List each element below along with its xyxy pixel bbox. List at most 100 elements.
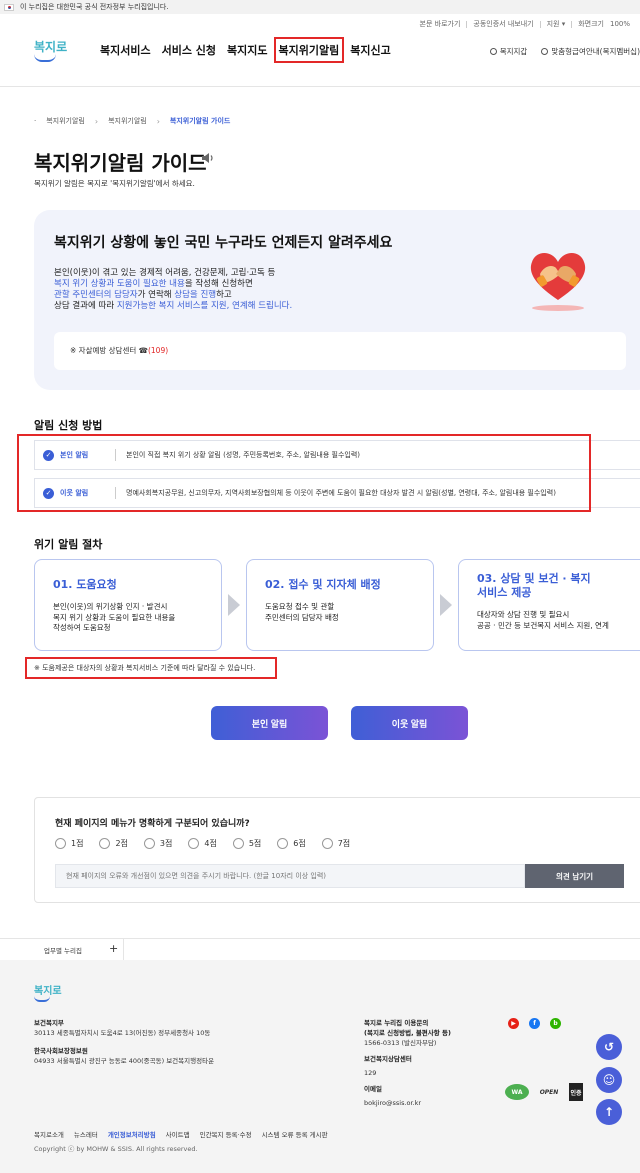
facebook-icon[interactable]: f xyxy=(529,1018,540,1029)
consult-title: 보건복지상담센터 xyxy=(364,1055,412,1063)
recent-history-icon[interactable]: ↺ xyxy=(596,1034,622,1060)
radio-icon xyxy=(55,838,66,849)
radio-icon xyxy=(321,838,333,849)
step-1-body: 본인(이웃)의 위기상황 인지 · 발견시 복지 위기 상황과 도움이 필요한 … xyxy=(53,602,175,634)
divider xyxy=(571,20,573,28)
youtube-icon[interactable]: ▶ xyxy=(508,1018,519,1029)
apply-highlight-box xyxy=(17,434,591,512)
footer-link-registration[interactable]: 인간복지 등록·수정 xyxy=(200,1129,252,1139)
footer-link-privacy[interactable]: 개인정보처리방침 xyxy=(108,1129,156,1139)
footer-link-about[interactable]: 복지로소개 xyxy=(34,1129,64,1139)
hero-line-3-text: 가 연락해 xyxy=(137,290,175,300)
wallet-icon xyxy=(489,48,497,55)
related-sites-label: 업무별 누리집 xyxy=(44,947,82,955)
main-menu: 복지서비스 서비스 신청 복지지도 복지위기알림 복지신고 xyxy=(100,37,391,63)
main-header: 복지로 복지서비스 서비스 신청 복지지도 복지위기알림 복지신고 복지지갑 맞… xyxy=(0,34,640,70)
apply-method-heading: 알림 신청 방법 xyxy=(34,419,103,432)
plus-icon[interactable]: + xyxy=(109,942,118,955)
menu-welfare-services[interactable]: 복지서비스 xyxy=(100,42,151,58)
suicide-prevention-notice: ※ 자살예방 상담센터 ☎(109) xyxy=(54,332,626,370)
page-title: 복지위기알림 가이드 xyxy=(34,151,207,175)
web-accessibility-badge-icon[interactable]: WA xyxy=(505,1084,529,1100)
footer-link-sitemap[interactable]: 사이트맵 xyxy=(166,1129,190,1139)
process-heading: 위기 알림 절차 xyxy=(34,538,103,551)
submit-feedback-button[interactable]: 의견 남기기 xyxy=(525,864,624,888)
neighbor-alert-button[interactable]: 이웃 알림 xyxy=(351,706,468,740)
welfare-wallet-label: 복지지갑 xyxy=(499,47,528,56)
chevron-right-icon: › xyxy=(94,116,99,126)
satisfaction-survey: 현재 페이지의 메뉴가 명확하게 구분되어 있습니까? 1점 2점 3점 4점 … xyxy=(34,797,640,903)
divider xyxy=(466,20,468,28)
process-step-3: 03. 상담 및 보건 · 복지 서비스 제공 대상자와 상담 진행 및 필요시… xyxy=(458,559,640,651)
step-2-line: 주민센터의 담당자 배정 xyxy=(265,612,339,622)
self-alert-button[interactable]: 본인 알림 xyxy=(211,706,328,740)
hero-line-3-highlight-1: 관할 주민센터의 담당자 xyxy=(54,290,138,300)
speaker-icon[interactable] xyxy=(201,152,215,164)
logo-smile-icon xyxy=(34,54,56,62)
page-subtitle: 복지위기 알림은 복지로 '복지위기알림'에서 하세요. xyxy=(34,179,195,188)
breadcrumb: · 복지위기알림 › 복지위기알림 › 복지위기알림 가이드 xyxy=(34,116,230,126)
inquiry-phone: 1566-0313 (발신자부담) xyxy=(364,1039,437,1047)
hero-line-3: 관할 주민센터의 담당자가 연락해 상담을 진행하고 xyxy=(54,290,292,301)
welfare-wallet-link[interactable]: 복지지갑 xyxy=(489,46,528,57)
breadcrumb-item-2[interactable]: 복지위기알림 xyxy=(108,116,147,126)
rating-option-4[interactable]: 4점 xyxy=(188,838,217,849)
breadcrumb-item-1[interactable]: 복지위기알림 xyxy=(46,116,85,126)
chatbot-icon[interactable]: ☺ xyxy=(596,1067,622,1093)
survey-question: 현재 페이지의 메뉴가 명확하게 구분되어 있습니까? xyxy=(55,819,250,829)
divider xyxy=(539,20,541,28)
rating-label: 2점 xyxy=(115,839,128,848)
hotline-number[interactable]: (109) xyxy=(148,346,168,355)
certification-badges: WA OPEN 인증 xyxy=(505,1083,583,1101)
footer-link-error-board[interactable]: 시스템 오류 등록 게시판 xyxy=(262,1129,328,1139)
header-divider xyxy=(0,86,640,87)
certification-badge-icon[interactable]: 인증 xyxy=(569,1083,583,1101)
scroll-top-icon[interactable]: ↑ xyxy=(596,1099,622,1125)
rating-option-3[interactable]: 3점 xyxy=(143,838,172,849)
inquiry-subtitle: (복지로 신청방법, 불편사항 등) xyxy=(364,1029,451,1037)
membership-label: 맞춤형급여안내(복지멤버십) xyxy=(551,47,640,56)
hero-line-3-end: 하고 xyxy=(216,290,232,300)
rating-option-1[interactable]: 1점 xyxy=(55,838,83,849)
footer-link-newsletter[interactable]: 뉴스레터 xyxy=(74,1129,98,1139)
skip-to-content-link[interactable]: 본문 바로가기 xyxy=(420,19,461,29)
hotline-label: ※ 자살예방 상담센터 ☎ xyxy=(70,346,148,355)
process-note: ※ 도움제공은 대상자의 상황과 복지서비스 기준에 따라 달라질 수 있습니다… xyxy=(34,664,256,672)
menu-welfare-map[interactable]: 복지지도 xyxy=(227,42,267,58)
membership-link[interactable]: 맞춤형급여안내(복지멤버십) xyxy=(541,46,640,57)
rating-option-6[interactable]: 6점 xyxy=(277,838,306,849)
zoom-level[interactable]: 100% xyxy=(610,20,630,28)
footer-links: 복지로소개 뉴스레터 개인정보처리방침 사이트맵 인간복지 등록·수정 시스템 … xyxy=(34,1129,328,1139)
step-3-title-line-1: 03. 상담 및 보건 · 복지 xyxy=(477,572,591,585)
menu-service-apply[interactable]: 서비스 신청 xyxy=(162,42,216,58)
radio-icon xyxy=(188,838,200,849)
menu-crisis-alert[interactable]: 복지위기알림 xyxy=(273,37,345,63)
rating-option-2[interactable]: 2점 xyxy=(99,838,128,849)
step-2-title: 02. 접수 및 지자체 배정 xyxy=(265,578,381,591)
hero-line-2: 복지 위기 상황과 도움이 필요한 내용을 작성해 신청하면 xyxy=(54,279,292,290)
rating-option-7[interactable]: 7점 xyxy=(321,838,350,849)
feedback-input[interactable] xyxy=(55,864,525,888)
radio-icon xyxy=(143,838,155,849)
radio-icon xyxy=(277,838,289,849)
rating-option-5[interactable]: 5점 xyxy=(232,838,261,849)
support-dropdown[interactable]: 지원 ▾ xyxy=(547,19,566,29)
step-1-line: 복지 위기 상황과 도움이 필요한 내용을 xyxy=(53,612,176,622)
email-address[interactable]: bokjiro@ssis.or.kr xyxy=(364,1098,451,1108)
menu-welfare-report[interactable]: 복지신고 xyxy=(350,42,390,58)
step-3-title-line-2: 서비스 제공 xyxy=(477,586,532,599)
step-3-body: 대상자와 상담 진행 및 필요시 공공 · 민간 등 보건복지 서비스 지원, … xyxy=(477,610,609,631)
bokjiro-logo[interactable]: 복지로 xyxy=(34,38,70,72)
utility-links: 본문 바로가기 공동인증서 내보내기 지원 ▾ 화면크기 100% xyxy=(0,14,640,34)
gov-banner: 이 누리집은 대한민국 공식 전자정부 누리집입니다. xyxy=(0,0,640,14)
hero-description: 본인(이웃)이 겪고 있는 경제적 어려움, 건강문제, 고립·고독 등 복지 … xyxy=(54,268,292,312)
export-certificate-link[interactable]: 공동인증서 내보내기 xyxy=(473,19,533,29)
rating-label: 6점 xyxy=(293,839,306,848)
org2-name: 한국사회보장정보원 xyxy=(34,1047,88,1055)
arrow-right-icon xyxy=(440,594,452,616)
blog-icon[interactable]: b xyxy=(550,1018,561,1029)
hero-line-4-text: 상담 결과에 따라 xyxy=(54,301,117,311)
step-2-line: 도움요청 접수 및 관할 xyxy=(265,602,335,611)
open-badge-icon[interactable]: OPEN xyxy=(535,1083,563,1101)
hero-line-1: 본인(이웃)이 겪고 있는 경제적 어려움, 건강문제, 고립·고독 등 xyxy=(54,268,276,278)
